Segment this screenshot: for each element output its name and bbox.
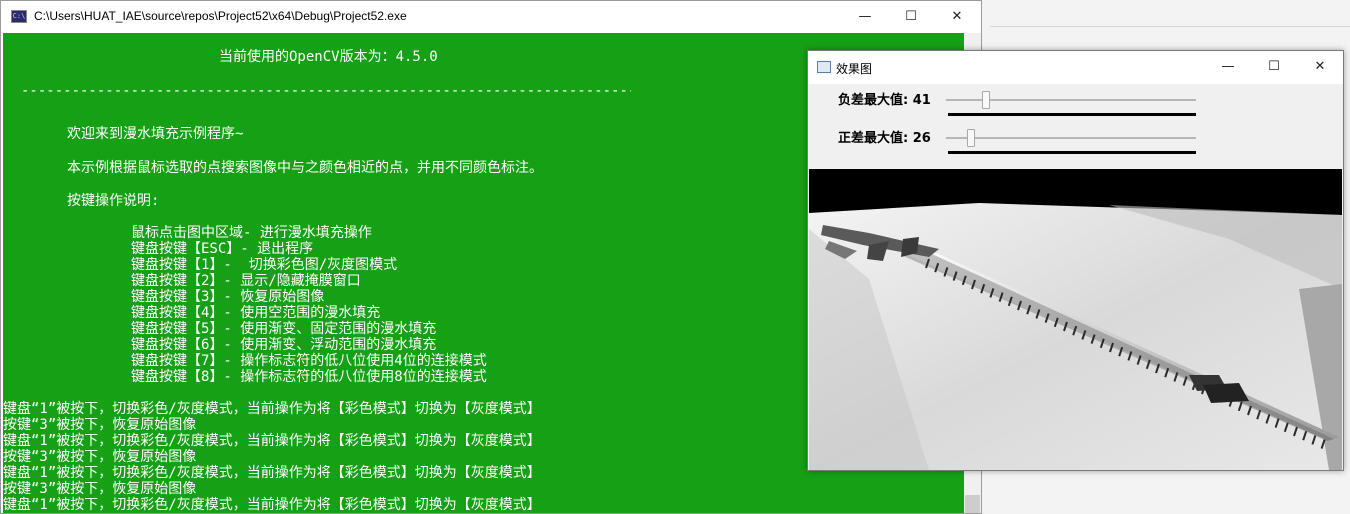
console-line: 按键操作说明: (67, 193, 160, 209)
trackbar-underline (948, 151, 1196, 154)
scrollbar-thumb[interactable] (965, 495, 980, 513)
minimize-button[interactable]: — (842, 1, 888, 33)
console-line: 键盘“1”被按下，切换彩色/灰度模式，当前操作为将【彩色模式】切换为【灰度模式】 (3, 401, 541, 417)
trackbar-positive: 正差最大值: 26 (808, 125, 1343, 165)
effect-title: 效果图 (836, 62, 873, 76)
effect-window: 效果图 — ☐ ✕ 负差最大值: 41 正差最大值: 26 (807, 50, 1344, 471)
console-line: 按键“3”被按下，恢复原始图像 (3, 417, 197, 433)
console-line: 当前使用的OpenCV版本为：4.5.0 (219, 49, 438, 65)
trackbar-label: 负差最大值: 41 (838, 93, 931, 108)
minimize-button[interactable]: — (1205, 51, 1251, 83)
console-line: 按键“3”被按下，恢复原始图像 (3, 481, 197, 497)
trackbar-thumb[interactable] (967, 129, 976, 147)
trackbar-negative: 负差最大值: 41 (808, 87, 1343, 127)
console-line: 键盘按键【8】- 操作标志符的低八位使用8位的连接模式 (131, 369, 487, 385)
console-line: 键盘按键【3】- 恢复原始图像 (131, 289, 325, 305)
effect-titlebar[interactable]: 效果图 — ☐ ✕ (808, 51, 1343, 84)
console-line: 键盘按键【4】- 使用空范围的漫水填充 (131, 305, 381, 321)
maximize-button[interactable]: ☐ (1251, 51, 1297, 83)
trackbar-thumb[interactable] (982, 91, 991, 109)
console-title: C:\Users\HUAT_IAE\source\repos\Project52… (34, 9, 407, 23)
console-titlebar[interactable]: C:\ C:\Users\HUAT_IAE\source\repos\Proje… (1, 1, 981, 33)
console-line: 按键“3”被按下，恢复原始图像 (3, 449, 197, 465)
console-line: 键盘按键【ESC】- 退出程序 (131, 241, 314, 257)
console-line: 键盘按键【7】- 操作标志符的低八位使用4位的连接模式 (131, 353, 487, 369)
console-line: 键盘“1”被按下，切换彩色/灰度模式，当前操作为将【彩色模式】切换为【灰度模式】 (3, 465, 541, 481)
console-line: 键盘“1”被按下，切换彩色/灰度模式，当前操作为将【彩色模式】切换为【灰度模式】 (3, 497, 541, 513)
trackbar-label: 正差最大值: 26 (838, 131, 931, 146)
console-line: 欢迎来到漫水填充示例程序~ (67, 126, 244, 142)
console-line: 鼠标点击图中区域- 进行漫水填充操作 (131, 225, 372, 241)
cmd-icon: C:\ (11, 10, 27, 23)
window-icon (817, 61, 831, 73)
console-line: 键盘按键【1】- 切换彩色图/灰度图模式 (131, 257, 398, 273)
sword-image (809, 169, 1342, 470)
console-separator: ----------------------------------------… (21, 83, 631, 99)
console-line: 键盘按键【6】- 使用渐变、浮动范围的漫水填充 (131, 337, 437, 353)
console-line: 键盘“1”被按下，切换彩色/灰度模式，当前操作为将【彩色模式】切换为【灰度模式】 (3, 433, 541, 449)
background-divider (990, 26, 1350, 27)
result-image[interactable] (809, 169, 1342, 470)
console-line: 本示例根据鼠标选取的点搜索图像中与之颜色相近的点，并用不同颜色标注。 (67, 160, 543, 176)
close-button[interactable]: ✕ (1297, 51, 1343, 83)
trackbar-track[interactable] (946, 137, 1196, 139)
maximize-button[interactable]: ☐ (888, 1, 934, 33)
console-line: 键盘按键【5】- 使用渐变、固定范围的漫水填充 (131, 321, 437, 337)
trackbar-underline (948, 113, 1196, 116)
close-button[interactable]: ✕ (934, 1, 980, 33)
console-line: 键盘按键【2】- 显示/隐藏掩膜窗口 (131, 273, 361, 289)
